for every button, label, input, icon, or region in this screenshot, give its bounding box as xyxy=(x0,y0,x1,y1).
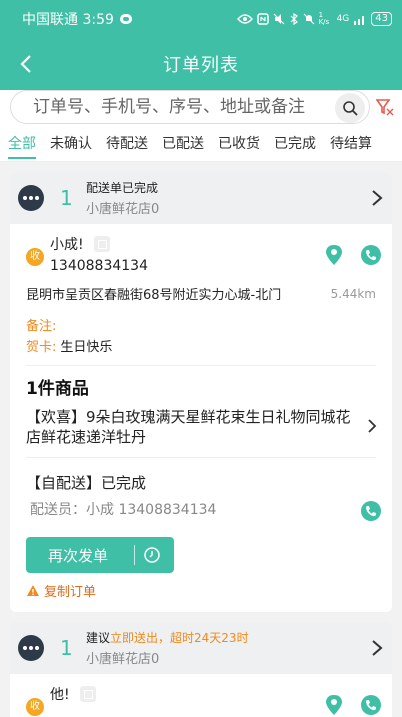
location-icon[interactable] xyxy=(324,244,344,266)
divider xyxy=(134,545,135,565)
chevron-right-icon[interactable] xyxy=(370,638,384,658)
customer-section: 收 他! xyxy=(10,674,392,716)
filter-button[interactable] xyxy=(375,98,394,116)
card-label: 贺卡: xyxy=(26,340,57,355)
status-tabs: 全部 未确认 待配送 已配送 已收货 已完成 待结算 xyxy=(0,126,402,162)
address: 昆明市呈贡区春融街68号附近实力心城-北门 xyxy=(26,288,282,303)
store-name: 小唐鲜花店0 xyxy=(86,652,160,667)
note-label: 备注: xyxy=(26,319,57,334)
net-speed: 1 K/s xyxy=(318,11,330,26)
order-card: 1 建议立即送出，超时24天23时 小唐鲜花店0 收 他! xyxy=(10,622,392,717)
title-bar: 订单列表 xyxy=(0,38,402,90)
order-card-header[interactable]: 1 建议立即送出，超时24天23时 小唐鲜花店0 xyxy=(10,622,392,674)
order-card-header[interactable]: 1 配送单已完成 小唐鲜花店0 xyxy=(10,172,392,224)
battery-icon: 43 xyxy=(371,12,392,26)
address-row: 昆明市呈贡区春融街68号附近实力心城-北门 5.44km xyxy=(26,284,376,304)
chevron-left-icon xyxy=(20,55,31,73)
chevron-right-icon[interactable] xyxy=(370,188,384,208)
order-status: 配送单已完成 xyxy=(86,181,159,195)
search-row xyxy=(0,90,402,126)
location-icon[interactable] xyxy=(324,694,344,716)
resend-button[interactable]: 再次发单 xyxy=(26,537,174,573)
chevron-right-icon xyxy=(368,419,377,433)
page-title: 订单列表 xyxy=(163,55,239,76)
search-icon xyxy=(343,101,358,116)
goods-count: 1件商品 xyxy=(26,379,89,399)
wechat-icon xyxy=(119,14,132,24)
order-card: 1 配送单已完成 小唐鲜花店0 收 小成! 13408834134 昆明市呈贡区… xyxy=(10,172,392,612)
tab-all[interactable]: 全部 xyxy=(8,126,36,162)
search-box xyxy=(10,90,370,124)
search-button[interactable] xyxy=(335,93,365,123)
delivery-section: 【自配送】已完成 配送员：小成 13408834134 xyxy=(10,458,392,522)
back-button[interactable] xyxy=(12,50,40,78)
filter-icon xyxy=(375,99,394,116)
distance: 5.44km xyxy=(330,286,376,301)
more-icon[interactable] xyxy=(18,185,44,211)
status-bar: 中国联通 3:59 1 K/s 4G 43 xyxy=(0,0,402,38)
order-head-text: 建议立即送出，超时24天23时 小唐鲜花店0 xyxy=(86,629,249,667)
suggest-prefix: 建议 xyxy=(86,631,111,645)
tab-delivered[interactable]: 已配送 xyxy=(162,126,204,162)
store-name: 小唐鲜花店0 xyxy=(86,202,160,217)
copy-order-link[interactable]: 复制订单 xyxy=(10,573,392,612)
card-row: 贺卡: 生日快乐 xyxy=(26,336,376,355)
eye-icon xyxy=(236,14,253,24)
tab-to-deliver[interactable]: 待配送 xyxy=(106,126,148,162)
more-icon[interactable] xyxy=(18,635,44,661)
customer-section: 收 小成! 13408834134 昆明市呈贡区春融街68号附近实力心城-北门 … xyxy=(10,224,392,303)
goods-title: 【欢喜】9朵白玫瑰满天星鲜花束生日礼物同城花店鲜花速递洋牡丹 xyxy=(26,408,351,446)
tab-to-settle[interactable]: 待结算 xyxy=(330,126,372,162)
copy-order-label: 复制订单 xyxy=(44,585,97,600)
order-seq: 1 xyxy=(60,636,73,660)
signal-icon xyxy=(354,16,365,25)
order-head-text: 配送单已完成 小唐鲜花店0 xyxy=(86,179,159,217)
bluetooth-icon xyxy=(290,13,298,25)
tab-unconfirmed[interactable]: 未确认 xyxy=(50,126,92,162)
warning-icon xyxy=(27,585,39,596)
search-input[interactable] xyxy=(33,91,333,123)
customer-name: 小成! xyxy=(50,237,84,253)
signal-label: 4G xyxy=(336,14,350,24)
call-icon[interactable] xyxy=(360,500,382,522)
tab-received[interactable]: 已收货 xyxy=(218,126,260,162)
copy-icon[interactable] xyxy=(79,686,96,702)
order-seq: 1 xyxy=(60,186,73,210)
delivery-title: 【自配送】已完成 xyxy=(26,474,147,492)
call-icon[interactable] xyxy=(360,694,382,716)
receiver-badge: 收 xyxy=(26,248,44,266)
suggest-overdue: 超时24天23时 xyxy=(170,631,249,645)
tab-completed[interactable]: 已完成 xyxy=(274,126,316,162)
card-text: 生日快乐 xyxy=(60,340,113,355)
resend-label: 再次发单 xyxy=(48,546,109,565)
notes-section: 备注: 贺卡: 生日快乐 xyxy=(10,303,392,355)
dnd-icon xyxy=(303,13,314,25)
status-carrier-time: 中国联通 3:59 xyxy=(22,12,114,28)
mute-icon xyxy=(273,13,284,25)
call-icon[interactable] xyxy=(360,244,382,266)
status-icons: 1 K/s 4G 43 xyxy=(236,11,392,26)
courier-info: 配送员：小成 13408834134 xyxy=(30,502,217,518)
suggest-action: 立即送出， xyxy=(110,631,171,645)
note-row: 备注: xyxy=(26,315,376,334)
receiver-badge: 收 xyxy=(26,698,44,716)
top-bar: 中国联通 3:59 1 K/s 4G 43 订单列表 xyxy=(0,0,402,90)
copy-icon[interactable] xyxy=(93,236,110,252)
clock-icon[interactable] xyxy=(143,546,161,564)
nfc-icon xyxy=(256,13,269,25)
customer-name: 他! xyxy=(50,687,70,703)
goods-item[interactable]: 【欢喜】9朵白玫瑰满天星鲜花束生日礼物同城花店鲜花速递洋牡丹 xyxy=(10,399,392,447)
order-suggestion: 建议立即送出，超时24天23时 xyxy=(86,629,249,646)
